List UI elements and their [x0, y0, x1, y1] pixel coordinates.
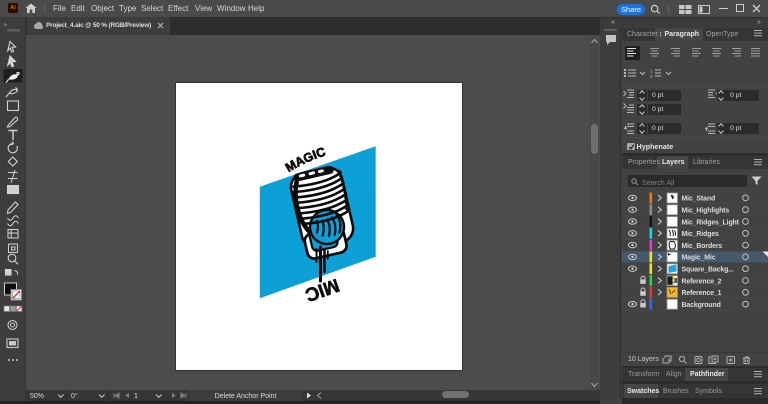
svg-text:50%: 50%: [30, 393, 44, 400]
svg-text:2: 2: [650, 74, 653, 79]
svg-text:Magic_Mic: Magic_Mic: [682, 255, 716, 262]
svg-text:Mic_Borders: Mic_Borders: [682, 243, 723, 250]
svg-text:»: »: [4, 22, 8, 29]
svg-text:Reference_2: Reference_2: [682, 278, 722, 285]
svg-text:Mic_Ridges: Mic_Ridges: [682, 231, 720, 238]
svg-text:Delete Anchor Point: Delete Anchor Point: [215, 393, 277, 400]
svg-text:1: 1: [134, 393, 138, 400]
svg-text:1: 1: [650, 69, 653, 74]
svg-text:Mic_Highlights: Mic_Highlights: [682, 208, 730, 215]
svg-text:Mic_Ridges_Light: Mic_Ridges_Light: [682, 219, 740, 226]
svg-text:Reference_1: Reference_1: [682, 290, 722, 297]
svg-text:Square_Backg...: Square_Backg...: [682, 267, 734, 274]
svg-text:0°: 0°: [71, 392, 78, 400]
svg-text:Mic_Stand: Mic_Stand: [682, 196, 716, 203]
svg-text:Background: Background: [682, 302, 721, 309]
